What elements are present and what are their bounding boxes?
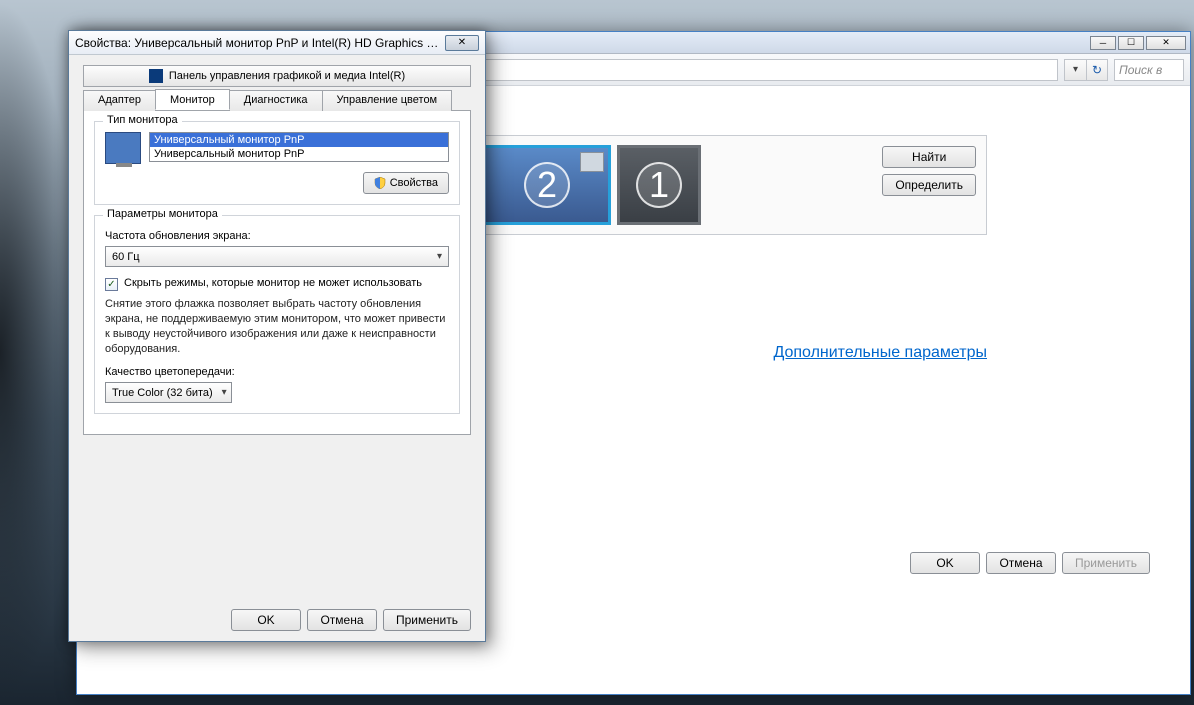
tab-monitor[interactable]: Монитор [155, 89, 230, 110]
monitor-1-preview[interactable]: 1 [617, 145, 701, 225]
color-quality-dropdown[interactable]: True Color (32 бита) [105, 382, 232, 403]
tab-panel-monitor: Тип монитора Универсальный монитор PnP У… [83, 111, 471, 435]
monitor-list[interactable]: Универсальный монитор PnP Универсальный … [149, 132, 449, 162]
monitor-type-group: Тип монитора Универсальный монитор PnP У… [94, 121, 460, 205]
intel-graphics-label: Панель управления графикой и медиа Intel… [169, 70, 405, 82]
properties-button-label: Свойства [390, 177, 438, 189]
color-quality-label: Качество цветопередачи: [105, 366, 449, 378]
hide-modes-label: Скрыть режимы, которые монитор не может … [124, 277, 422, 289]
monitor-2-preview[interactable]: 2 [483, 145, 611, 225]
shield-icon [374, 177, 386, 189]
refresh-rate-label: Частота обновления экрана: [105, 230, 449, 242]
tabs: Адаптер Монитор Диагностика Управление ц… [83, 89, 471, 111]
monitor-desktop-icon [580, 152, 604, 172]
detect-button[interactable]: Определить [882, 174, 976, 196]
ok-button[interactable]: OK [231, 609, 301, 631]
dialog-titlebar[interactable]: Свойства: Универсальный монитор PnP и In… [69, 31, 485, 55]
group-title: Параметры монитора [103, 208, 222, 220]
search-input[interactable]: Поиск в [1114, 59, 1184, 81]
dialog-close-button[interactable]: ✕ [445, 35, 479, 51]
hide-modes-hint: Снятие этого флажка позволяет выбрать ча… [105, 297, 449, 356]
refresh-rate-dropdown[interactable]: 60 Гц [105, 246, 449, 267]
dialog-button-row: OK Отмена Применить [69, 599, 485, 641]
apply-button[interactable]: Применить [1062, 552, 1150, 574]
intel-icon [149, 69, 163, 83]
minimize-button[interactable]: ─ [1090, 36, 1116, 50]
refresh-button[interactable]: ↻ [1086, 59, 1108, 81]
monitor-params-group: Параметры монитора Частота обновления эк… [94, 215, 460, 414]
tab-adapter[interactable]: Адаптер [83, 90, 156, 111]
monitor-properties-dialog: Свойства: Универсальный монитор PnP и In… [68, 30, 486, 642]
cancel-button[interactable]: Отмена [986, 552, 1056, 574]
maximize-button[interactable]: ☐ [1118, 36, 1144, 50]
tab-diagnostics[interactable]: Диагностика [229, 90, 323, 111]
dialog-title: Свойства: Универсальный монитор PnP и In… [75, 36, 445, 50]
monitor-list-item[interactable]: Универсальный монитор PnP [150, 133, 448, 147]
properties-button[interactable]: Свойства [363, 172, 449, 194]
monitor-icon [105, 132, 141, 164]
close-button[interactable]: ✕ [1146, 36, 1186, 50]
advanced-settings-link[interactable]: Дополнительные параметры [773, 344, 987, 362]
monitor-number-label: 2 [524, 162, 570, 208]
find-button[interactable]: Найти [882, 146, 976, 168]
cancel-button[interactable]: Отмена [307, 609, 377, 631]
group-title: Тип монитора [103, 114, 182, 126]
apply-button[interactable]: Применить [383, 609, 471, 631]
ok-button[interactable]: OK [910, 552, 980, 574]
intel-graphics-button[interactable]: Панель управления графикой и медиа Intel… [83, 65, 471, 87]
breadcrumb-dropdown[interactable]: ▾ [1064, 59, 1086, 81]
monitor-list-item[interactable]: Универсальный монитор PnP [150, 147, 448, 161]
hide-modes-checkbox[interactable]: ✓ [105, 278, 118, 291]
tab-color-management[interactable]: Управление цветом [322, 90, 453, 111]
monitor-number-label: 1 [636, 162, 682, 208]
